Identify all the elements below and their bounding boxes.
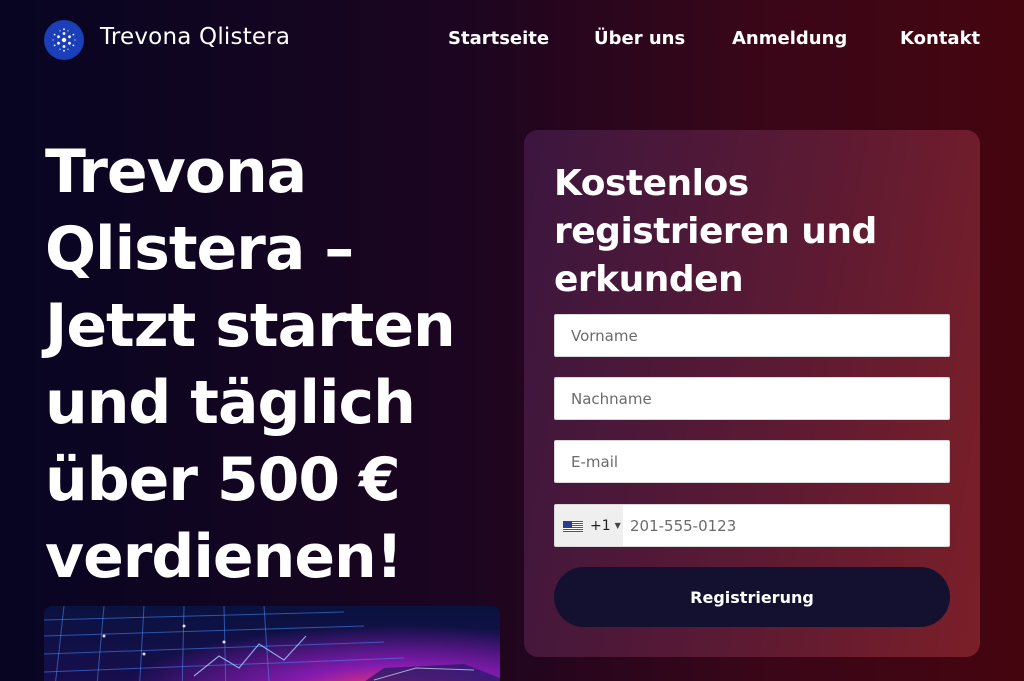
form-title: Kostenlos registrieren und erkunden	[554, 163, 877, 300]
last-name-input[interactable]	[555, 378, 949, 419]
phone-input[interactable]	[623, 505, 951, 546]
nav-item-startseite[interactable]: Startseite	[448, 28, 549, 49]
country-code-selector[interactable]: +1 ▼	[555, 505, 623, 546]
nav-item-kontakt[interactable]: Kontakt	[900, 28, 980, 49]
first-name-input[interactable]	[555, 315, 949, 356]
site-header: Trevona Qlistera Startseite Über uns Anm…	[0, 0, 1024, 80]
email-input[interactable]	[555, 441, 949, 482]
nav-item-ueber-uns[interactable]: Über uns	[594, 28, 685, 49]
caret-down-icon: ▼	[614, 521, 621, 530]
hero-image	[44, 606, 500, 681]
register-button[interactable]: Registrierung	[554, 567, 950, 627]
first-name-field	[554, 314, 950, 357]
last-name-field	[554, 377, 950, 420]
circuit-graphic	[44, 606, 500, 681]
us-flag-icon	[563, 519, 583, 532]
main-nav: Startseite Über uns Anmeldung Kontakt	[0, 28, 1024, 54]
email-field	[554, 440, 950, 483]
nav-item-anmeldung[interactable]: Anmeldung	[732, 28, 847, 49]
hero-title: Trevona Qlistera – Jetzt starten und täg…	[45, 137, 456, 592]
dial-code: +1	[590, 517, 611, 534]
phone-field: +1 ▼	[554, 504, 951, 547]
registration-card: Kostenlos registrieren und erkunden Vorn…	[524, 130, 980, 657]
